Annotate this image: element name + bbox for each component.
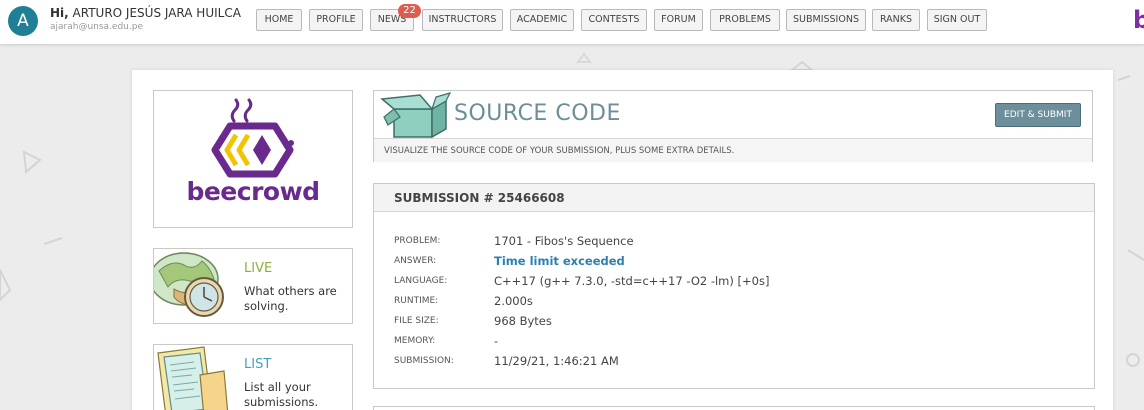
- submission-date-label: SUBMISSION:: [394, 356, 454, 366]
- live-title: LIVE: [244, 261, 273, 276]
- nav-contests-button[interactable]: CONTESTS: [581, 9, 647, 31]
- nav-problems-button[interactable]: PROBLEMS: [710, 9, 780, 31]
- nav-forum-button[interactable]: FORUM: [654, 9, 703, 31]
- code-panel-top-edge: [373, 406, 1095, 410]
- submission-panel: SUBMISSION # 25466608 PROBLEM: 1701 - Fi…: [373, 183, 1095, 389]
- runtime-label: RUNTIME:: [394, 296, 439, 306]
- brand-logo-partial[interactable]: b: [1133, 6, 1144, 34]
- file-size-label: FILE SIZE:: [394, 316, 439, 326]
- problem-label: PROBLEM:: [394, 236, 441, 246]
- source-code-panel: SOURCE CODE EDIT & SUBMIT VISUALIZE THE …: [373, 90, 1093, 162]
- avatar[interactable]: A: [8, 6, 38, 36]
- open-box-icon: [380, 92, 452, 139]
- answer-value: Time limit exceeded: [494, 254, 625, 268]
- runtime-value: 2.000s: [494, 294, 533, 308]
- list-title: LIST: [244, 357, 272, 372]
- nav-profile-button[interactable]: PROFILE: [309, 9, 363, 31]
- language-value: C++17 (g++ 7.3.0, -std=c++17 -O2 -lm) [+…: [494, 274, 770, 288]
- nav-ranks-button[interactable]: RANKS: [872, 9, 920, 31]
- sidebar-list-box[interactable]: LIST List all your submissions.: [153, 344, 353, 410]
- edit-submit-button[interactable]: EDIT & SUBMIT: [995, 103, 1081, 127]
- submission-date-value: 11/29/21, 1:46:21 AM: [494, 354, 619, 368]
- news-badge: 22: [398, 4, 421, 18]
- logo-wordmark: beecrowd: [186, 177, 320, 206]
- beecrowd-logo-icon: [211, 98, 294, 178]
- memory-value: -: [494, 334, 499, 348]
- greeting-label: Hi,: [50, 6, 69, 20]
- nav-submissions-button[interactable]: SUBMISSIONS: [786, 9, 866, 31]
- top-bar: A Hi, ARTURO JESÚS JARA HUILCA ajarah@un…: [0, 0, 1144, 44]
- user-greeting: Hi, ARTURO JESÚS JARA HUILCA: [50, 6, 241, 20]
- nav-sign-out-button[interactable]: SIGN OUT: [927, 9, 987, 31]
- sidebar-live-box[interactable]: LIVE What others are solving.: [153, 248, 353, 324]
- papers-icon: [157, 346, 229, 410]
- problem-link[interactable]: 1701 - Fibos's Sequence: [494, 233, 634, 249]
- file-size-value: 968 Bytes: [494, 314, 552, 328]
- nav-home-button[interactable]: HOME: [256, 9, 302, 31]
- language-label: LANGUAGE:: [394, 276, 448, 286]
- user-name: ARTURO JESÚS JARA HUILCA: [72, 6, 241, 20]
- globe-clock-icon: [154, 252, 224, 317]
- nav-academic-button[interactable]: ACADEMIC: [510, 9, 574, 31]
- source-code-title: SOURCE CODE: [454, 101, 621, 126]
- beecrowd-logo-box[interactable]: beecrowd: [153, 90, 353, 228]
- answer-label: ANSWER:: [394, 256, 437, 266]
- memory-label: MEMORY:: [394, 336, 436, 346]
- live-description: What others are solving.: [244, 284, 337, 313]
- nav-instructors-button[interactable]: INSTRUCTORS: [422, 9, 503, 31]
- list-description: List all your submissions.: [244, 380, 319, 409]
- user-email: ajarah@unsa.edu.pe: [50, 22, 143, 32]
- submission-header: SUBMISSION # 25466608: [374, 184, 1094, 212]
- source-code-subtitle: VISUALIZE THE SOURCE CODE OF YOUR SUBMIS…: [374, 138, 1092, 162]
